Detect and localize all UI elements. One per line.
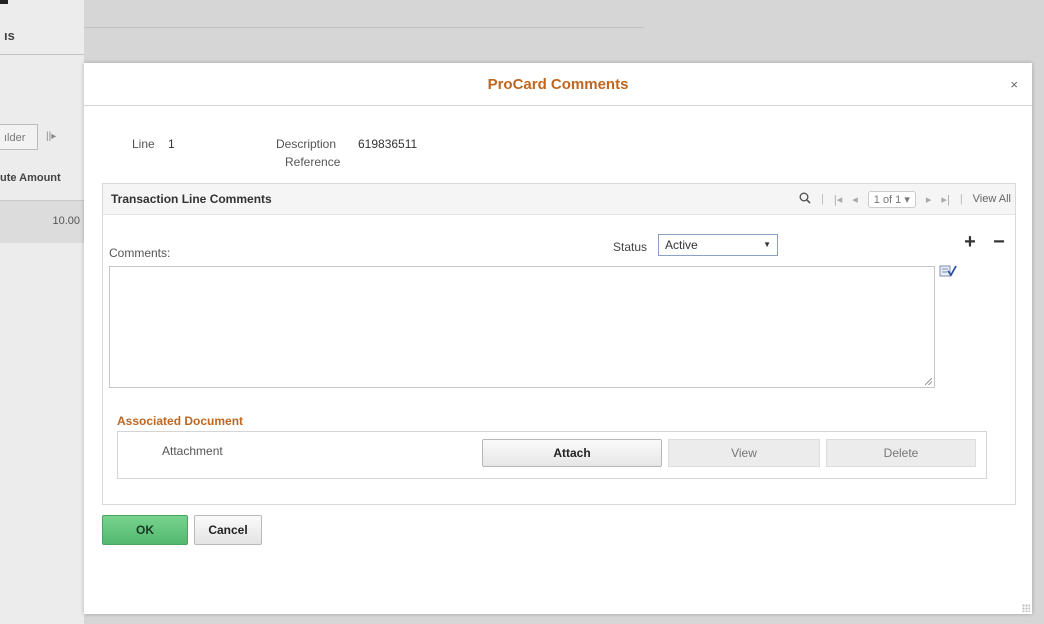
background-page-title: ıs (4, 28, 15, 43)
ok-button[interactable]: OK (102, 515, 188, 545)
cancel-button[interactable]: Cancel (194, 515, 262, 545)
prev-page-icon[interactable]: ◂ (852, 193, 858, 206)
status-select[interactable]: Active ▼ (658, 234, 778, 256)
delete-button[interactable]: Delete (826, 439, 976, 467)
first-page-icon[interactable]: |◂ (834, 193, 842, 206)
attach-button[interactable]: Attach (482, 439, 662, 467)
pager-separator: | (820, 193, 824, 205)
background-table-row: 10.00 (0, 200, 84, 243)
associated-document-box: Attachment Attach View Delete (117, 431, 987, 479)
reference-label: Reference (285, 155, 341, 169)
chevron-down-icon: ▼ (763, 240, 771, 249)
grid-title: Transaction Line Comments (111, 192, 272, 206)
last-page-icon[interactable]: ▸| (941, 193, 949, 206)
background-row-value: 10.00 (52, 215, 80, 227)
next-page-icon[interactable]: ▸ (926, 193, 932, 206)
close-icon[interactable]: × (1010, 77, 1018, 92)
background-top-mark (0, 0, 8, 4)
dialog-resize-icon[interactable] (1022, 604, 1030, 612)
transaction-line-comments-grid: Transaction Line Comments | |◂ ◂ 1 of 1 … (102, 183, 1016, 505)
add-row-icon[interactable]: + (959, 232, 981, 254)
page-count-value: 1 of 1 (873, 193, 902, 206)
comments-label: Comments: (109, 246, 171, 260)
resize-grip-icon[interactable] (925, 378, 932, 385)
associated-document-title: Associated Document (117, 414, 244, 428)
page-count-select[interactable]: 1 of 1 ▾ (867, 190, 916, 208)
chevron-down-icon: ▾ (904, 193, 910, 206)
description-value: 619836511 (358, 137, 418, 151)
background-column-header: ute Amount (0, 172, 61, 184)
background-header-line (84, 27, 644, 28)
background-divider (0, 54, 84, 55)
status-value: Active (665, 238, 698, 252)
background-page-left: ıs ılder ||▸ ute Amount 10.00 (0, 0, 84, 624)
grid-pager: | |◂ ◂ 1 of 1 ▾ ▸ ▸| | View All (789, 188, 1011, 210)
spell-check-icon[interactable] (939, 264, 957, 278)
search-icon[interactable] (799, 192, 811, 207)
line-label: Line (132, 137, 155, 151)
background-tab-icon: ||▸ (46, 131, 57, 142)
line-value: 1 (168, 137, 175, 151)
description-label: Description (276, 137, 337, 151)
dialog-header: ProCard Comments × (84, 63, 1032, 106)
view-button[interactable]: View (668, 439, 820, 467)
view-all-link[interactable]: View All (973, 193, 1011, 205)
procard-comments-dialog: ProCard Comments × Line 1 Description 61… (84, 63, 1032, 614)
dialog-title: ProCard Comments (487, 76, 629, 93)
attachment-label: Attachment (162, 444, 223, 458)
pager-separator: | (959, 193, 963, 205)
delete-row-icon[interactable]: − (988, 232, 1010, 254)
background-tab: ılder (0, 124, 38, 150)
status-label: Status (613, 240, 648, 254)
grid-header: Transaction Line Comments | |◂ ◂ 1 of 1 … (103, 184, 1015, 215)
comments-textarea[interactable] (109, 266, 935, 388)
